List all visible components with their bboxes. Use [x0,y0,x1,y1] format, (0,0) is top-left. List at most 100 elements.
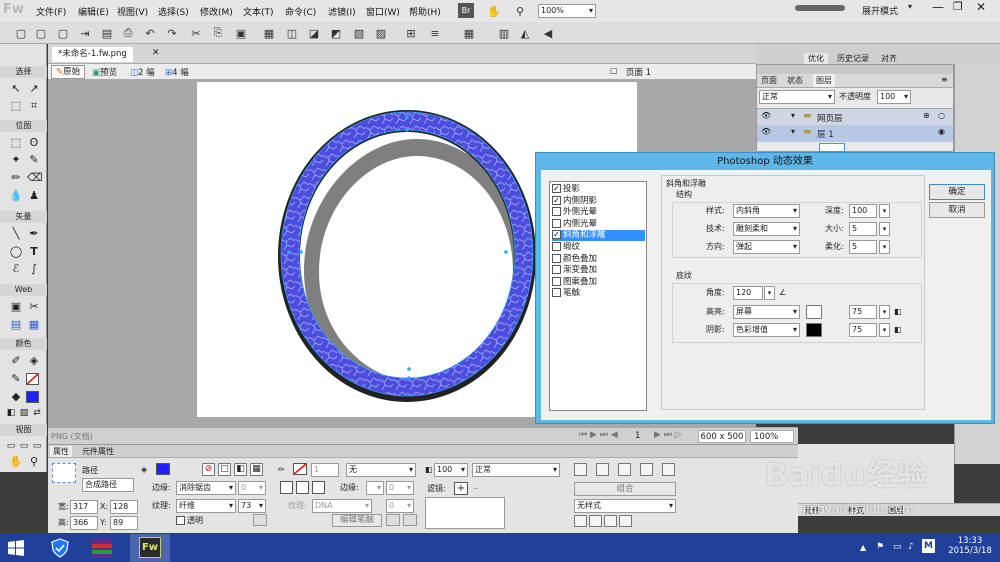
technique-select[interactable]: 雕刻柔和 [733,222,800,236]
fill-edge-select[interactable]: 消除锯齿 [176,481,236,495]
add-filter-button[interactable]: + [454,482,468,495]
zoom-icon[interactable]: ⚲ [513,4,527,18]
layer-blend-select[interactable]: 正常 [759,90,835,104]
stroke-type-select[interactable]: 无 [346,463,416,477]
eye-icon[interactable]: 👁 [761,127,771,136]
effect-checkbox[interactable] [552,207,561,217]
x-input[interactable]: 128 [110,500,138,514]
props-fill-swatch[interactable] [156,463,170,475]
effect-checkbox[interactable] [552,242,561,251]
effect-item[interactable]: 图案叠加 [552,276,645,288]
shadow-color-swatch[interactable] [806,323,822,337]
delete-style-icon[interactable] [619,515,632,527]
eraser-tool-icon[interactable]: ⌫ [27,171,43,185]
stroke-edge-value[interactable]: 0 [386,481,414,495]
swap-colors-icon[interactable]: ⇄ [30,406,44,420]
stroke-texture-select[interactable]: DNA [312,499,372,513]
size-input[interactable]: 5 [849,222,877,236]
group-icon[interactable]: ▦ [262,26,276,40]
bridge-button[interactable]: Br [458,3,474,18]
fill-options-button[interactable] [253,514,267,526]
new-icon[interactable]: ▢ [14,26,28,40]
shadow-opacity-input[interactable]: 75 [849,323,877,337]
effect-checkbox[interactable] [552,253,561,263]
freeform-tool-icon[interactable]: ℰ [9,262,23,276]
ungroup-icon[interactable]: ◫ [285,26,299,40]
shadow-opacity-dropdown[interactable]: ▾ [879,323,890,337]
join-icon[interactable]: ◪ [307,26,321,40]
zoom-select[interactable]: 100% [538,4,596,18]
magic-wand-icon[interactable]: ✦ [9,153,23,167]
y-input[interactable]: 89 [110,516,138,530]
tab-history[interactable]: 历史记录 [834,53,872,64]
shadow-slider-icon[interactable]: ◧ [894,324,902,336]
highlight-slider-icon[interactable]: ◧ [894,306,902,318]
tray-flag-icon[interactable]: ⚑ [876,542,884,552]
menu-item-5[interactable]: 文本(T) [243,5,274,18]
tray-clock[interactable]: 13:33 2015/3/18 [944,536,996,556]
document-size[interactable]: 600 x 500 [698,430,746,443]
object-name-input[interactable]: 合成路径 [82,478,134,492]
layer-row-1[interactable]: 👁 ▾ ▬ 层 1 ◉ [757,125,953,142]
group-button[interactable]: 组合 [574,482,676,496]
effect-item[interactable]: 渐变叠加 [552,265,645,276]
effect-item[interactable]: 外侧光晕 [552,207,645,218]
depth-input[interactable]: 100 [849,204,877,218]
panel-menu-icon[interactable]: ≡ [941,75,948,84]
stroke-more-button[interactable] [403,514,417,526]
props-stroke-swatch[interactable] [293,463,307,475]
pattern-fill-icon[interactable]: ▦ [250,463,263,476]
expand-icon[interactable]: ▾ [791,127,795,136]
view-2up[interactable]: ◫2 幅 [130,66,155,78]
slice-tool-icon[interactable]: ✂ [27,300,41,314]
blur-tool-icon[interactable]: 💧 [9,189,23,203]
default-colors-icon[interactable]: ◧ [4,406,18,420]
highlight-opacity-input[interactable]: 75 [849,305,877,319]
shield-app-icon[interactable] [50,538,70,558]
stroke-size-input[interactable]: 1 [311,463,339,477]
effect-item[interactable]: ✓ 投影 [552,184,645,195]
text-tool-icon[interactable]: T [27,245,41,259]
stroke-edge-select[interactable] [366,481,384,495]
tab-states[interactable]: 状态 [787,75,803,87]
paint-bucket-icon[interactable]: ◈ [27,354,41,368]
workspace-switcher[interactable]: 展开模式 [862,4,898,17]
effect-item[interactable]: 内侧光晕 [552,218,645,230]
tab-layers[interactable]: 图层 [813,74,835,87]
size-dropdown[interactable]: ▾ [879,222,890,236]
height-input[interactable]: 366 [70,516,98,530]
flip-h-icon[interactable]: ◭ [518,26,532,40]
angle-dropdown[interactable]: ▾ [764,286,775,300]
soften-dropdown[interactable]: ▾ [879,240,890,254]
lasso-tool-icon[interactable]: ʘ [27,136,41,150]
stroke-options-button[interactable] [386,514,400,526]
width-input[interactable]: 317 [70,500,98,514]
view-4up[interactable]: ⊞4 幅 [165,66,189,78]
menu-item-2[interactable]: 视图(V) [117,5,148,18]
shadow-mode-select[interactable]: 色彩增值 [733,323,800,337]
stroke-color-icon[interactable]: ✎ [9,372,23,386]
effect-item[interactable]: ✓ 内侧阴影 [552,195,645,207]
tab-optimize[interactable]: 优化 [804,53,828,64]
page-selector[interactable]: 页面 1 [626,66,651,78]
solid-fill-icon[interactable]: □ [218,463,231,476]
undo-icon[interactable]: ↶ [143,26,157,40]
effect-checkbox[interactable] [552,218,561,228]
effect-checkbox[interactable]: ✓ [552,230,561,240]
opacity-input[interactable]: 100 [434,463,468,477]
rotate-left-icon[interactable]: ▦ [462,26,476,40]
menu-item-6[interactable]: 命令(C) [285,5,316,18]
fill-texture-value[interactable]: 73 [238,499,266,513]
stroke-texture-value[interactable]: 0 [386,499,414,513]
hand-tool-icon[interactable]: ✋ [9,455,23,469]
transparent-check[interactable] [176,516,185,525]
arrange-icon-4[interactable] [640,463,653,476]
split-icon[interactable]: ◩ [329,26,343,40]
edit-stroke-button[interactable]: 编辑笔触 [332,514,382,527]
tab-symbol-properties[interactable]: 元件属性 [82,446,114,457]
arrange-icon-2[interactable] [596,463,609,476]
soften-input[interactable]: 5 [849,240,877,254]
layer-opacity-input[interactable]: 100 [877,90,911,104]
tray-network-icon[interactable]: ▭ [893,542,902,552]
standard-screen-icon[interactable]: ▭ [4,439,18,453]
